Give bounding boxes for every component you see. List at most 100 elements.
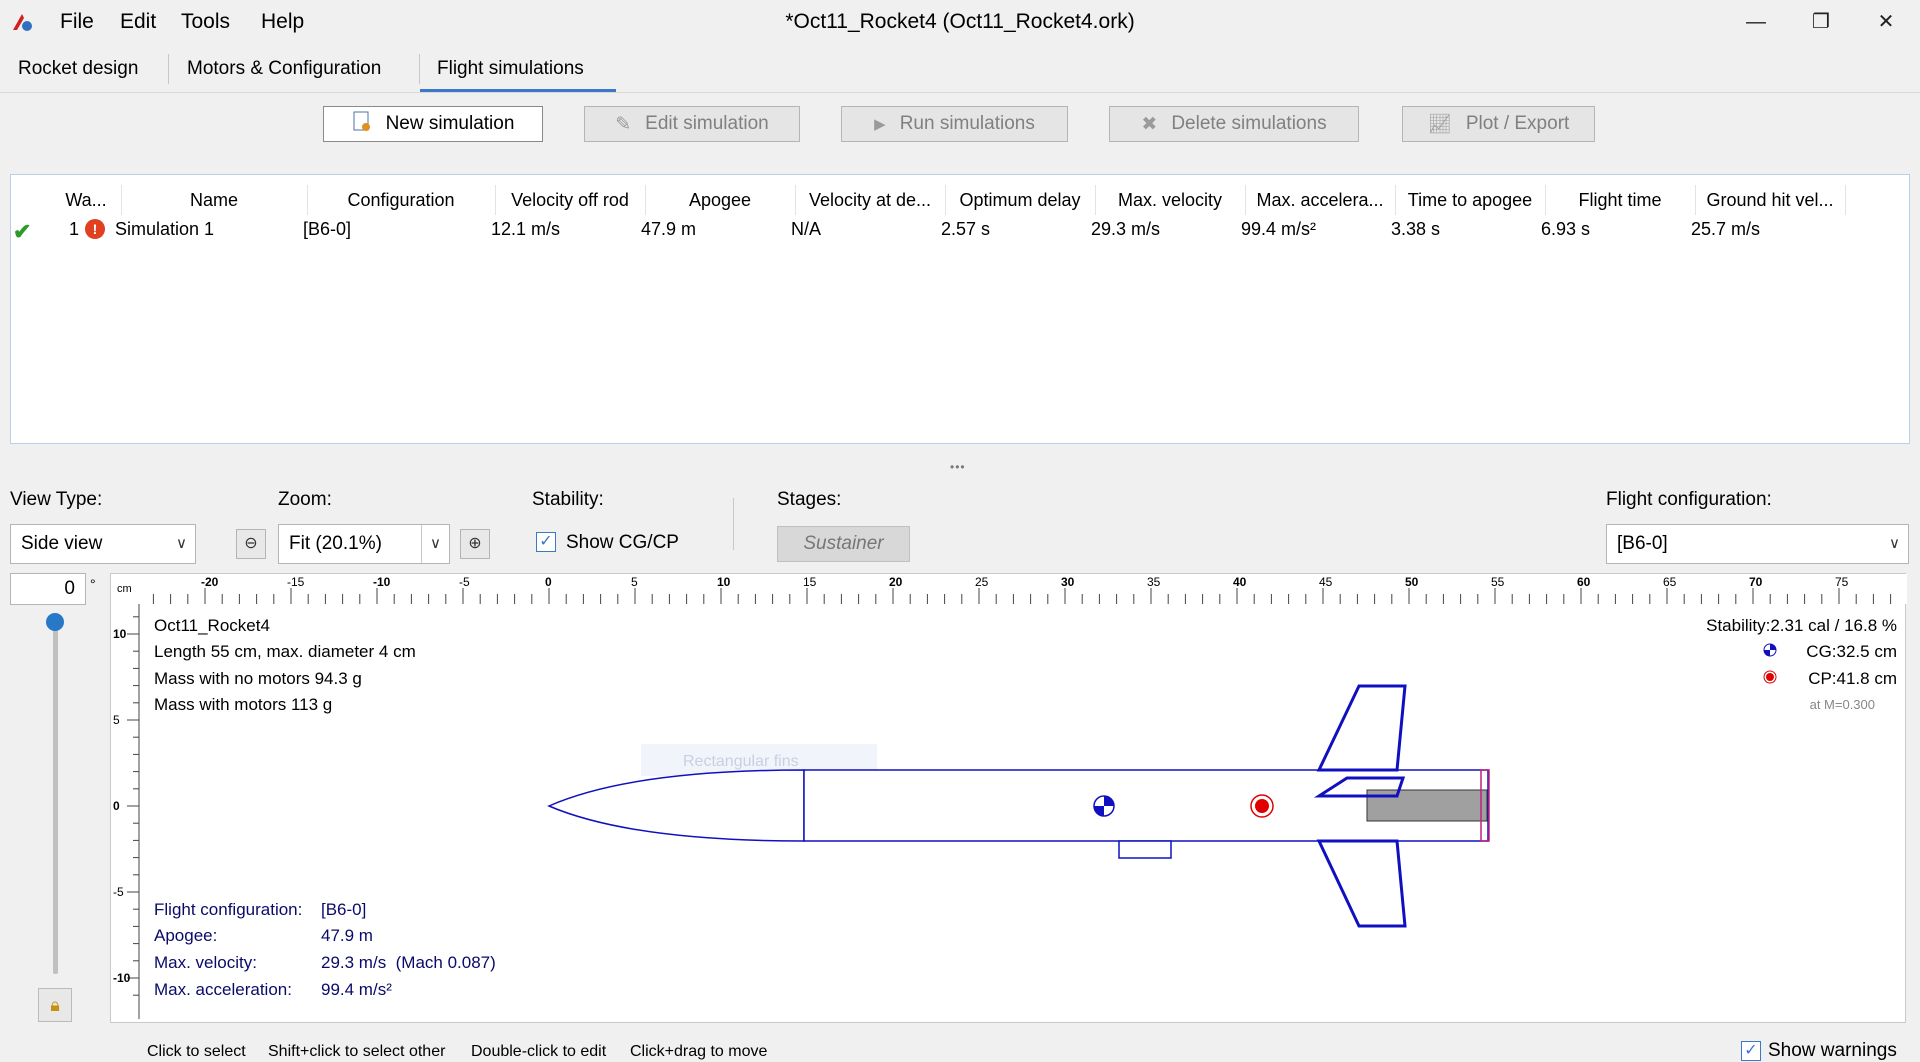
mach-value: at M=0.300 [1809,697,1875,712]
plot-export-label: Plot / Export [1465,113,1570,134]
nose-cone[interactable] [547,769,805,842]
column-header-max-velocity[interactable]: Max. velocity [1095,185,1246,215]
column-header-time-to-apogee[interactable]: Time to apogee [1395,185,1546,215]
cg-value: CG:32.5 cm [1806,642,1897,661]
view-type-label: View Type: [10,489,103,510]
column-header-apogee[interactable]: Apogee [645,185,796,215]
row-number: 1 [69,219,80,239]
controls-divider [733,498,734,550]
chevron-down-icon: ∨ [176,535,187,552]
column-header-flight-time[interactable]: Flight time [1545,185,1696,215]
column-header-max-acceleration[interactable]: Max. accelera... [1245,185,1396,215]
tab-separator [168,54,169,84]
cp-legend-icon [1763,670,1777,684]
hint-click-select: Click to select [147,1043,246,1060]
ruler-label: 25 [975,575,989,589]
cell-time-to-apogee: 3.38 s [1391,219,1441,239]
show-warnings-checkbox[interactable]: ✓ [1741,1041,1761,1061]
restore-button[interactable]: ❐ [1796,6,1846,38]
ruler-label: 70 [1749,575,1763,589]
delete-icon: ✖ [1141,113,1158,135]
table-row[interactable]: ✔ 1 ! Simulation 1 [B6-0] 12.1 m/s 47.9 … [11,215,1909,245]
view-type-value: Side view [21,533,103,554]
rocket-name: Oct11_Rocket4 [154,616,270,635]
flight-configuration-label: Flight configuration: [1606,489,1772,510]
tab-bar-divider [0,92,1920,93]
launch-lug[interactable] [1118,840,1172,859]
flight-configuration-value: [B6-0] [1617,533,1668,554]
zoom-select[interactable]: Fit (20.1%) ∨ [278,524,450,564]
close-button[interactable]: ✕ [1861,6,1911,38]
cell-apogee: 47.9 m [641,219,697,239]
cell-optimum-delay: 2.57 s [941,219,991,239]
edit-simulation-button[interactable]: ✎ Edit simulation [584,106,800,142]
run-simulations-label: Run simulations [899,113,1035,134]
chart-icon: 📈︎ [1427,114,1452,135]
column-header-name[interactable]: Name [121,185,308,215]
run-simulations-button[interactable]: ▶ Run simulations [841,106,1068,142]
cell-velocity-deploy: N/A [791,219,822,239]
warning-icon: ! [85,219,105,239]
split-pane-handle[interactable]: ••• [950,460,966,474]
mass-no-motors: Mass with no motors 94.3 g [154,669,362,688]
chevron-down-icon: ∨ [1889,535,1900,552]
ruler-label: -15 [287,575,305,589]
flight-config-info-value: [B6-0] [321,900,367,919]
ruler-label: 5 [113,713,120,727]
fin-bottom[interactable] [1316,839,1407,928]
ruler-label: 10 [717,575,731,589]
show-cgcp-label[interactable]: Show CG/CP [566,532,679,554]
rocket-length: Length 55 cm, max. diameter 4 cm [154,642,416,661]
hint-double-click: Double-click to edit [471,1043,607,1060]
rocket-figure-canvas[interactable]: -20 -15 -10 -5 0 5 10 15 20 25 30 35 40 45 50 55 60 65 70 7… [110,573,1907,1023]
ruler-label: -5 [459,575,470,589]
ruler-label: -5 [113,885,124,899]
ghost-tooltip-label: Rectangular fins [683,753,799,770]
simulations-table[interactable]: Wa... Name Configuration Velocity off ro… [10,174,1910,444]
view-type-select[interactable]: Side view ∨ [10,524,196,564]
flight-configuration-select[interactable]: [B6-0] ∨ [1606,524,1909,564]
ruler-label: 65 [1663,575,1677,589]
max-acceleration-info-label: Max. acceleration: [154,980,292,999]
show-warnings-label[interactable]: Show warnings [1768,1040,1897,1062]
ruler-label: 35 [1147,575,1161,589]
vertical-ruler-ticks: 10 5 0 -5 -10 [113,604,140,1019]
ruler-label: 10 [113,627,127,641]
zoom-label: Zoom: [278,489,332,510]
column-header-ground-hit-velocity[interactable]: Ground hit vel... [1695,185,1846,215]
column-header-warnings[interactable]: Wa... [51,185,122,215]
hint-shift-click: Shift+click to select other [268,1043,446,1060]
show-cgcp-checkbox[interactable]: ✓ [536,532,556,552]
edit-icon: ✎ [615,113,632,135]
rotation-slider-handle[interactable] [46,613,64,631]
ruler-label: -10 [373,575,391,589]
ruler-unit-label: cm [117,583,132,595]
delete-simulations-button[interactable]: ✖ Delete simulations [1109,106,1359,142]
play-icon: ▶ [874,116,886,133]
tab-motors-configuration[interactable]: Motors & Configuration [187,58,381,80]
column-header-velocity-off-rod[interactable]: Velocity off rod [495,185,646,215]
tab-flight-simulations[interactable]: Flight simulations [437,58,584,80]
new-simulation-button[interactable]: New simulation [323,106,543,142]
cell-ground-hit-velocity: 25.7 m/s [1691,219,1761,239]
cell-velocity-off-rod: 12.1 m/s [491,219,561,239]
minimize-button[interactable]: — [1731,6,1781,38]
rotation-input[interactable]: 0 [10,573,86,605]
cg-legend-icon [1763,643,1777,657]
column-header-optimum-delay[interactable]: Optimum delay [945,185,1096,215]
ruler-label: 55 [1491,575,1505,589]
title-bar: File Edit Tools Help *Oct11_Rocket4 (Oct… [0,0,1920,44]
sustainer-stage-button[interactable]: Sustainer [777,526,910,562]
plot-export-button[interactable]: 📈︎ Plot / Export [1402,106,1595,142]
column-header-configuration[interactable]: Configuration [307,185,496,215]
fin-top[interactable] [1316,684,1407,772]
zoom-in-button[interactable]: ⊕ [460,529,490,559]
cell-max-velocity: 29.3 m/s [1091,219,1161,239]
rotation-slider-track[interactable] [53,622,58,974]
mass-with-motors: Mass with motors 113 g [154,695,333,714]
tab-rocket-design[interactable]: Rocket design [18,58,138,80]
zoom-out-button[interactable]: ⊖ [236,529,266,559]
hint-click-drag: Click+drag to move [630,1043,768,1060]
lock-button[interactable]: 🔒︎ [38,988,72,1022]
column-header-velocity-deploy[interactable]: Velocity at de... [795,185,946,215]
